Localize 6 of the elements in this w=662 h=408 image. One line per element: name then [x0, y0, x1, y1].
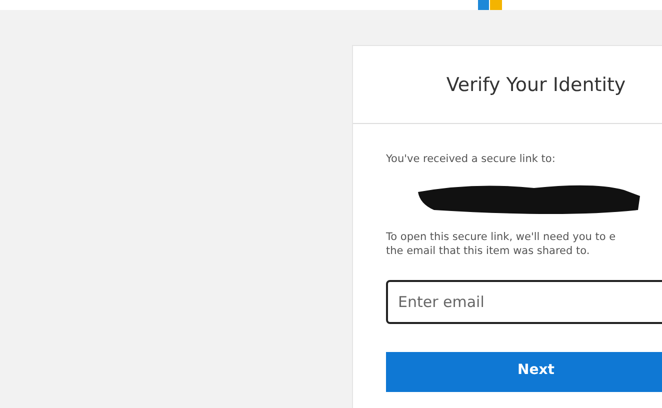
next-button[interactable]: Next	[386, 352, 662, 392]
logo-icon	[478, 0, 502, 10]
intro-text: You've received a secure link to:	[386, 152, 556, 166]
email-field[interactable]: Enter email	[386, 280, 662, 324]
card-title: Verify Your Identity	[446, 74, 626, 96]
instruction-text: To open this secure link, we'll need you to e the email that this item was shared to.	[386, 230, 616, 258]
